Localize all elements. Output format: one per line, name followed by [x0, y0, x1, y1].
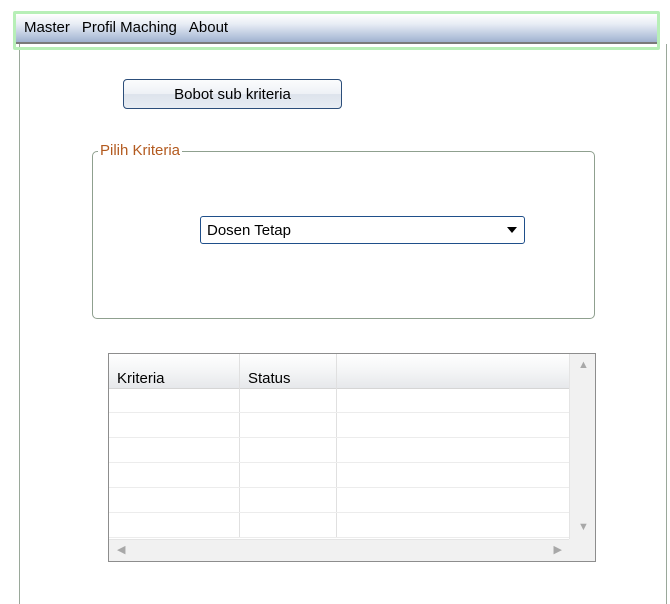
table-cell[interactable] [337, 488, 570, 512]
column-header-status[interactable]: Status [240, 354, 337, 388]
table-row[interactable] [109, 413, 570, 438]
column-header-blank [337, 354, 570, 388]
groupbox-title: Pilih Kriteria [98, 142, 183, 160]
table-row[interactable] [109, 438, 570, 463]
table-cell[interactable] [337, 438, 570, 462]
scroll-down-icon[interactable]: ▼ [578, 522, 589, 533]
scroll-right-icon[interactable]: ▶ [554, 545, 562, 556]
table-cell[interactable] [337, 388, 570, 412]
scroll-left-icon[interactable]: ◀ [117, 545, 125, 556]
table-cell[interactable] [240, 388, 337, 412]
table-cell[interactable] [240, 513, 337, 537]
table-cell[interactable] [109, 438, 240, 462]
table-cell[interactable] [109, 388, 240, 412]
scrollbar-corner [569, 539, 595, 561]
kriteria-select-value: Dosen Tetap [207, 221, 291, 239]
table-cell[interactable] [109, 463, 240, 487]
kriteria-select[interactable]: Dosen Tetap [200, 216, 525, 244]
horizontal-scrollbar[interactable]: ◀ ▶ [109, 539, 570, 561]
bobot-sub-kriteria-button[interactable]: Bobot sub kriteria [123, 79, 342, 109]
table-cell[interactable] [337, 463, 570, 487]
table-cell[interactable] [337, 413, 570, 437]
table-cell[interactable] [337, 513, 570, 537]
table-cell[interactable] [240, 413, 337, 437]
table-body [109, 388, 570, 538]
kriteria-table[interactable]: Kriteria Status ▲ ▼ ◀ ▶ [108, 353, 596, 562]
table-cell[interactable] [109, 513, 240, 537]
table-cell[interactable] [240, 463, 337, 487]
table-row[interactable] [109, 463, 570, 488]
table-cell[interactable] [109, 488, 240, 512]
column-header-kriteria[interactable]: Kriteria [109, 354, 240, 388]
table-header: Kriteria Status [109, 354, 570, 389]
table-row[interactable] [109, 488, 570, 513]
table-row[interactable] [109, 388, 570, 413]
menu-bar-highlight [13, 11, 660, 50]
dropdown-arrow-icon[interactable] [500, 217, 524, 243]
table-row[interactable] [109, 513, 570, 538]
vertical-scrollbar[interactable]: ▲ ▼ [569, 354, 595, 539]
scroll-up-icon[interactable]: ▲ [578, 360, 589, 371]
table-cell[interactable] [240, 438, 337, 462]
table-cell[interactable] [109, 413, 240, 437]
table-cell[interactable] [240, 488, 337, 512]
